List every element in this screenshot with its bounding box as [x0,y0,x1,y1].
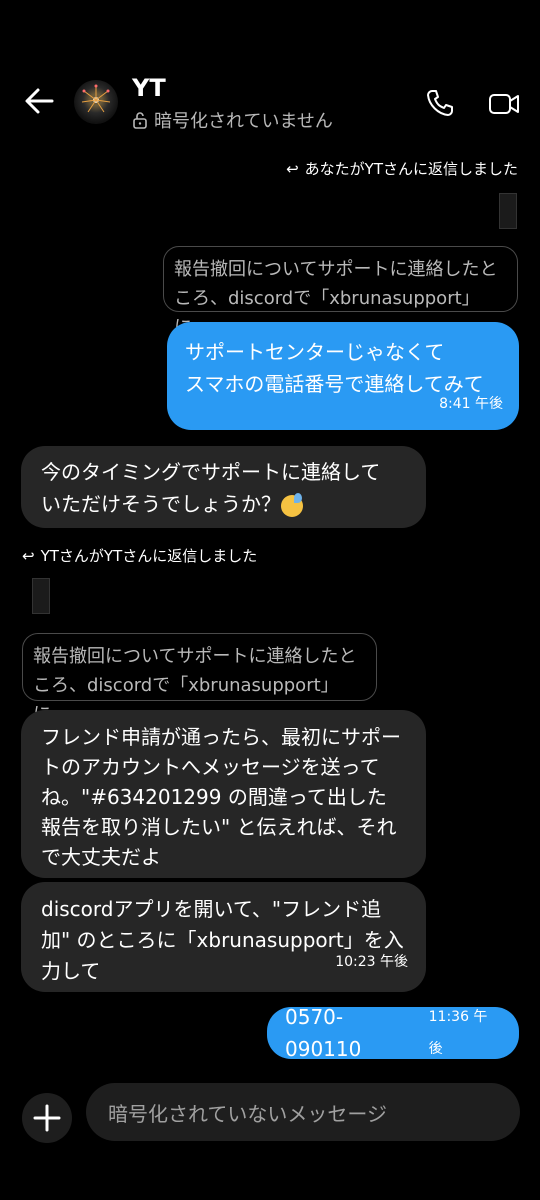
quoted-message[interactable]: 報告撤回についてサポートに連絡したところ、discordで「xbrunasupp… [22,633,377,725]
message-text: 0570-090110 [285,1005,362,1061]
reply-thumbnail[interactable] [32,578,50,614]
back-arrow-icon[interactable] [22,84,56,118]
message-time: 8:41 午後 [439,396,503,412]
encryption-status-label: 暗号化されていません [154,111,333,132]
message-text: フレンド申請が通ったら、最初にサポートのアカウントへメッセージを送ってね。"#6… [41,725,401,869]
reply-note-text: YTさんがYTさんに返信しました [40,547,258,565]
message-bubble-incoming[interactable]: フレンド申請が通ったら、最初にサポートのアカウントへメッセージを送ってね。"#6… [21,710,426,878]
message-bubble-outgoing[interactable]: サポートセンターじゃなくて スマホの電話番号で連絡してみて 8:41 午後 [167,322,519,430]
message-text: いただけそうでしょうか？ [41,492,281,516]
reply-note-outgoing: ↩ あなたがYTさんに返信しました [286,158,518,179]
sweat-face-emoji [281,492,303,517]
unlocked-icon [133,112,147,129]
message-input-placeholder: 暗号化されていないメッセージ [108,1101,387,1126]
message-time: 10:23 午後 [335,954,408,970]
message-bubble-incoming[interactable]: 今のタイミングでサポートに連絡して いただけそうでしょうか？ [21,446,426,528]
add-attachment-button[interactable] [22,1093,72,1143]
avatar[interactable] [74,80,118,124]
message-bubble-outgoing[interactable]: 0570-090110 11:36 午後 [267,1005,519,1061]
contact-name[interactable]: YT [132,74,166,102]
phone-call-icon[interactable] [425,88,455,118]
reply-note-incoming: ↩ YTさんがYTさんに返信しました [22,545,257,566]
message-text: 今のタイミングでサポートに連絡して [41,460,381,484]
reply-icon: ↩ [22,546,35,565]
encryption-status: 暗号化されていません [132,107,333,133]
reply-note-text: あなたがYTさんに返信しました [304,160,518,178]
quoted-message[interactable]: 報告撤回についてサポートに連絡したところ、discordで「xbrunasupp… [163,246,518,338]
message-input[interactable]: 暗号化されていないメッセージ [86,1083,520,1141]
message-time: 11:36 午後 [428,1009,488,1057]
plus-icon [33,1104,61,1132]
reply-thumbnail[interactable] [499,193,517,229]
reply-icon: ↩ [286,159,299,178]
message-text: サポートセンターじゃなくて [185,340,445,364]
message-bubble-incoming[interactable]: discordアプリを開いて、"フレンド追加" のところに「xbrunasupp… [21,882,426,992]
video-call-icon[interactable] [488,90,520,118]
